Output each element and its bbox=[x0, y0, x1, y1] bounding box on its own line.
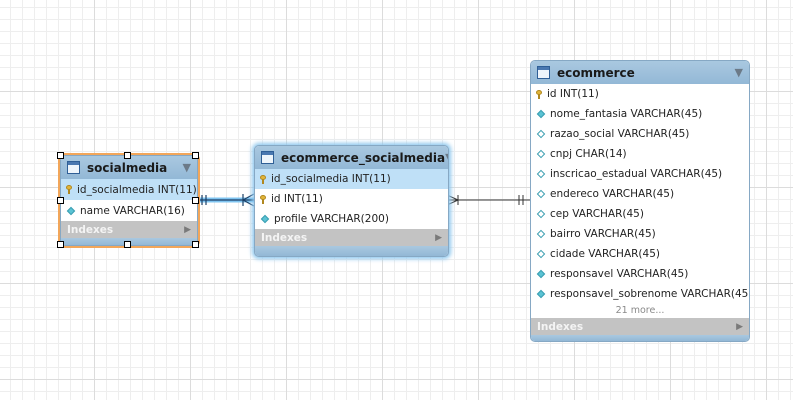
column-label: profile VARCHAR(200) bbox=[274, 213, 389, 225]
column-row[interactable]: cidade VARCHAR(45) bbox=[531, 244, 749, 264]
column-label: responsavel_sobrenome VARCHAR(45) bbox=[550, 288, 750, 300]
key-icon bbox=[260, 174, 266, 184]
column-row[interactable]: inscricao_estadual VARCHAR(45) bbox=[531, 164, 749, 184]
more-columns-label[interactable]: 21 more... bbox=[531, 304, 749, 318]
resize-handle[interactable] bbox=[57, 197, 64, 204]
table-name: socialmedia bbox=[87, 160, 168, 175]
indexes-section[interactable]: Indexes ▶ bbox=[531, 318, 749, 335]
column-label: responsavel VARCHAR(45) bbox=[550, 268, 689, 280]
key-icon bbox=[260, 194, 266, 204]
expand-arrow-icon[interactable]: ▶ bbox=[435, 233, 442, 243]
resize-handle[interactable] bbox=[57, 241, 64, 248]
column-row[interactable]: id_socialmedia INT(11) bbox=[255, 169, 448, 189]
key-icon bbox=[66, 185, 72, 194]
column-row[interactable]: endereco VARCHAR(45) bbox=[531, 184, 749, 204]
diamond-hollow-icon bbox=[536, 209, 546, 219]
column-row[interactable]: profile VARCHAR(200) bbox=[255, 209, 448, 229]
table-icon bbox=[537, 66, 550, 79]
column-row[interactable]: name VARCHAR(16) bbox=[61, 200, 197, 221]
column-row[interactable]: id INT(11) bbox=[255, 189, 448, 209]
resize-handle[interactable] bbox=[57, 152, 64, 159]
column-label: name VARCHAR(16) bbox=[80, 204, 185, 217]
indexes-section[interactable]: Indexes ▶ bbox=[61, 221, 197, 238]
column-row[interactable]: cep VARCHAR(45) bbox=[531, 204, 749, 224]
relationship-ecommerce-link[interactable] bbox=[446, 194, 530, 206]
table-name: ecommerce_socialmedia bbox=[281, 150, 446, 165]
column-label: bairro VARCHAR(45) bbox=[550, 228, 656, 240]
table-footer bbox=[531, 335, 749, 341]
table-icon bbox=[261, 151, 274, 164]
diamond-filled-icon bbox=[260, 214, 270, 224]
table-ecommerce-socialmedia[interactable]: ecommerce_socialmedia ▼ id_socialmedia I… bbox=[254, 145, 449, 257]
table-header[interactable]: ecommerce_socialmedia ▼ bbox=[255, 146, 448, 169]
table-icon bbox=[67, 161, 80, 174]
table-header[interactable]: ecommerce ▼ bbox=[531, 61, 749, 84]
resize-handle[interactable] bbox=[124, 152, 131, 159]
column-label: cidade VARCHAR(45) bbox=[550, 248, 660, 260]
column-label: endereco VARCHAR(45) bbox=[550, 188, 675, 200]
table-footer bbox=[255, 246, 448, 256]
diamond-filled-icon bbox=[536, 109, 546, 119]
diamond-hollow-icon bbox=[536, 249, 546, 259]
table-socialmedia[interactable]: socialmedia ▼ id_socialmedia INT(11) nam… bbox=[58, 153, 200, 248]
column-row[interactable]: razao_social VARCHAR(45) bbox=[531, 124, 749, 144]
diamond-hollow-icon bbox=[536, 149, 546, 159]
resize-handle[interactable] bbox=[192, 197, 199, 204]
diamond-hollow-icon bbox=[536, 229, 546, 239]
table-header[interactable]: socialmedia ▼ bbox=[61, 156, 197, 179]
collapse-icon[interactable]: ▼ bbox=[183, 161, 191, 174]
column-row[interactable]: responsavel_sobrenome VARCHAR(45) bbox=[531, 284, 749, 304]
column-label: inscricao_estadual VARCHAR(45) bbox=[550, 168, 723, 180]
column-label: id INT(11) bbox=[547, 88, 599, 100]
column-label: cnpj CHAR(14) bbox=[550, 148, 627, 160]
column-row[interactable]: bairro VARCHAR(45) bbox=[531, 224, 749, 244]
column-row[interactable]: id_socialmedia INT(11) bbox=[61, 179, 197, 200]
table-ecommerce[interactable]: ecommerce ▼ id INT(11) nome_fantasia VAR… bbox=[530, 60, 750, 342]
expand-arrow-icon[interactable]: ▶ bbox=[184, 225, 191, 235]
column-row[interactable]: nome_fantasia VARCHAR(45) bbox=[531, 104, 749, 124]
indexes-label: Indexes bbox=[67, 223, 114, 236]
column-label: id_socialmedia INT(11) bbox=[77, 183, 197, 196]
collapse-icon[interactable]: ▼ bbox=[445, 151, 448, 164]
indexes-section[interactable]: Indexes ▶ bbox=[255, 229, 448, 246]
column-label: id INT(11) bbox=[271, 193, 323, 205]
table-name: ecommerce bbox=[557, 65, 635, 80]
column-label: cep VARCHAR(45) bbox=[550, 208, 644, 220]
key-icon bbox=[536, 89, 542, 99]
relationship-socialmedia-link[interactable] bbox=[197, 193, 255, 207]
expand-arrow-icon[interactable]: ▶ bbox=[736, 322, 743, 332]
diamond-hollow-icon bbox=[536, 189, 546, 199]
column-label: razao_social VARCHAR(45) bbox=[550, 128, 690, 140]
diamond-filled-icon bbox=[536, 289, 546, 299]
resize-handle[interactable] bbox=[192, 152, 199, 159]
collapse-icon[interactable]: ▼ bbox=[735, 66, 743, 79]
column-label: id_socialmedia INT(11) bbox=[271, 173, 391, 185]
column-row[interactable]: id INT(11) bbox=[531, 84, 749, 104]
resize-handle[interactable] bbox=[124, 241, 131, 248]
column-row[interactable]: responsavel VARCHAR(45) bbox=[531, 264, 749, 284]
column-label: nome_fantasia VARCHAR(45) bbox=[550, 108, 703, 120]
diamond-hollow-icon bbox=[536, 169, 546, 179]
column-row[interactable]: cnpj CHAR(14) bbox=[531, 144, 749, 164]
diamond-filled-icon bbox=[66, 206, 76, 215]
diamond-hollow-icon bbox=[536, 129, 546, 139]
diamond-filled-icon bbox=[536, 269, 546, 279]
indexes-label: Indexes bbox=[537, 320, 584, 333]
resize-handle[interactable] bbox=[192, 241, 199, 248]
indexes-label: Indexes bbox=[261, 231, 308, 244]
